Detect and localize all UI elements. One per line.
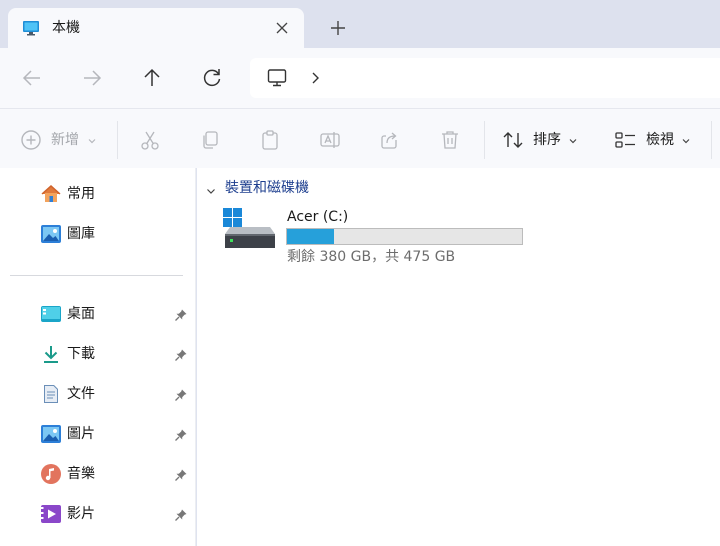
navigation-pane: 常用 圖庫 桌面 下載 文件 圖片 音樂 影片 [0, 168, 196, 546]
chevron-down-icon [682, 139, 690, 144]
new-label: 新增 [51, 132, 79, 148]
sidebar-item-label: 圖片 [67, 426, 95, 442]
sidebar-item-documents[interactable]: 文件 [40, 381, 190, 407]
sidebar-item-downloads[interactable]: 下載 [40, 341, 190, 367]
pin-icon[interactable] [174, 467, 188, 481]
view-label: 檢視 [646, 132, 674, 148]
sidebar-item-label: 圖庫 [67, 226, 95, 242]
arrow-up-icon[interactable] [139, 65, 165, 91]
pin-icon[interactable] [174, 507, 188, 521]
drive-free-space: 剩餘 380 GB，共 475 GB [287, 249, 456, 265]
drive-usage-fill [287, 229, 334, 244]
arrow-right-icon[interactable] [79, 65, 105, 91]
sidebar-item-label: 常用 [67, 186, 95, 202]
sidebar-item-label: 桌面 [67, 306, 95, 322]
delete-icon [442, 131, 458, 149]
tab-title: 本機 [52, 20, 80, 36]
cut-icon [141, 131, 159, 150]
sidebar-item-pictures[interactable]: 圖片 [40, 421, 190, 447]
chevron-right-icon[interactable] [308, 70, 322, 86]
copy-icon [203, 131, 218, 149]
toolbar-divider [117, 121, 118, 159]
rename-icon [320, 132, 340, 148]
chevron-down-icon[interactable] [205, 182, 217, 194]
hard-drive-icon [221, 206, 277, 256]
pin-icon[interactable] [174, 347, 188, 361]
documents-icon [40, 383, 62, 405]
sidebar-item-gallery[interactable]: 圖庫 [40, 221, 190, 247]
sidebar-item-label: 下載 [67, 346, 95, 362]
monitor-icon [22, 19, 40, 37]
sidebar-item-desktop[interactable]: 桌面 [40, 301, 190, 327]
chevron-down-icon [569, 139, 577, 144]
sort-label: 排序 [533, 132, 561, 148]
paste-icon [262, 130, 278, 150]
new-button[interactable]: 新增 [18, 127, 100, 153]
pin-icon[interactable] [174, 427, 188, 441]
tab-this-pc[interactable]: 本機 [8, 8, 304, 48]
desktop-icon [40, 303, 62, 325]
share-icon [381, 132, 397, 149]
gallery-icon [40, 223, 62, 245]
sidebar-item-videos[interactable]: 影片 [40, 501, 190, 527]
sidebar-item-label: 音樂 [67, 466, 95, 482]
command-bar: 新增 排序 檢視 [0, 108, 720, 168]
monitor-outline-icon[interactable] [266, 67, 288, 89]
chevron-down-icon [88, 139, 96, 144]
plus-circle-icon [21, 130, 41, 150]
cut-button[interactable] [137, 127, 163, 153]
sidebar-item-label: 影片 [67, 506, 95, 522]
sort-button[interactable]: 排序 [500, 127, 580, 153]
sidebar-item-home[interactable]: 常用 [40, 181, 190, 207]
sidebar-item-label: 文件 [67, 386, 95, 402]
arrow-left-icon[interactable] [19, 65, 45, 91]
sort-icon [503, 132, 523, 148]
sidebar-divider [10, 275, 183, 276]
file-list-pane: 裝置和磁碟機 Acer (C:) 剩餘 380 GB，共 475 GB [197, 168, 720, 546]
share-button[interactable] [377, 127, 403, 153]
music-icon [40, 463, 62, 485]
drive-name: Acer (C:) [287, 209, 349, 225]
rename-button[interactable] [317, 127, 343, 153]
pictures-icon [40, 423, 62, 445]
plus-icon[interactable] [327, 17, 349, 39]
pin-icon[interactable] [174, 307, 188, 321]
sidebar-item-music[interactable]: 音樂 [40, 461, 190, 487]
copy-button[interactable] [197, 127, 223, 153]
navigation-bar [0, 48, 720, 108]
refresh-icon[interactable] [199, 65, 225, 91]
toolbar-divider [484, 121, 485, 159]
paste-button[interactable] [257, 127, 283, 153]
close-icon[interactable] [272, 18, 292, 38]
drive-item-c[interactable]: Acer (C:) 剩餘 380 GB，共 475 GB [221, 206, 541, 266]
home-icon [40, 183, 62, 205]
download-icon [40, 343, 62, 365]
tab-strip: 本機 [0, 0, 720, 48]
view-button[interactable]: 檢視 [613, 127, 695, 153]
toolbar-divider [711, 121, 712, 159]
pin-icon[interactable] [174, 387, 188, 401]
group-label: 裝置和磁碟機 [225, 180, 309, 196]
videos-icon [40, 503, 62, 525]
view-icon [615, 132, 635, 148]
delete-button[interactable] [437, 127, 463, 153]
drive-usage-bar [286, 228, 523, 245]
address-bar[interactable] [250, 58, 720, 98]
